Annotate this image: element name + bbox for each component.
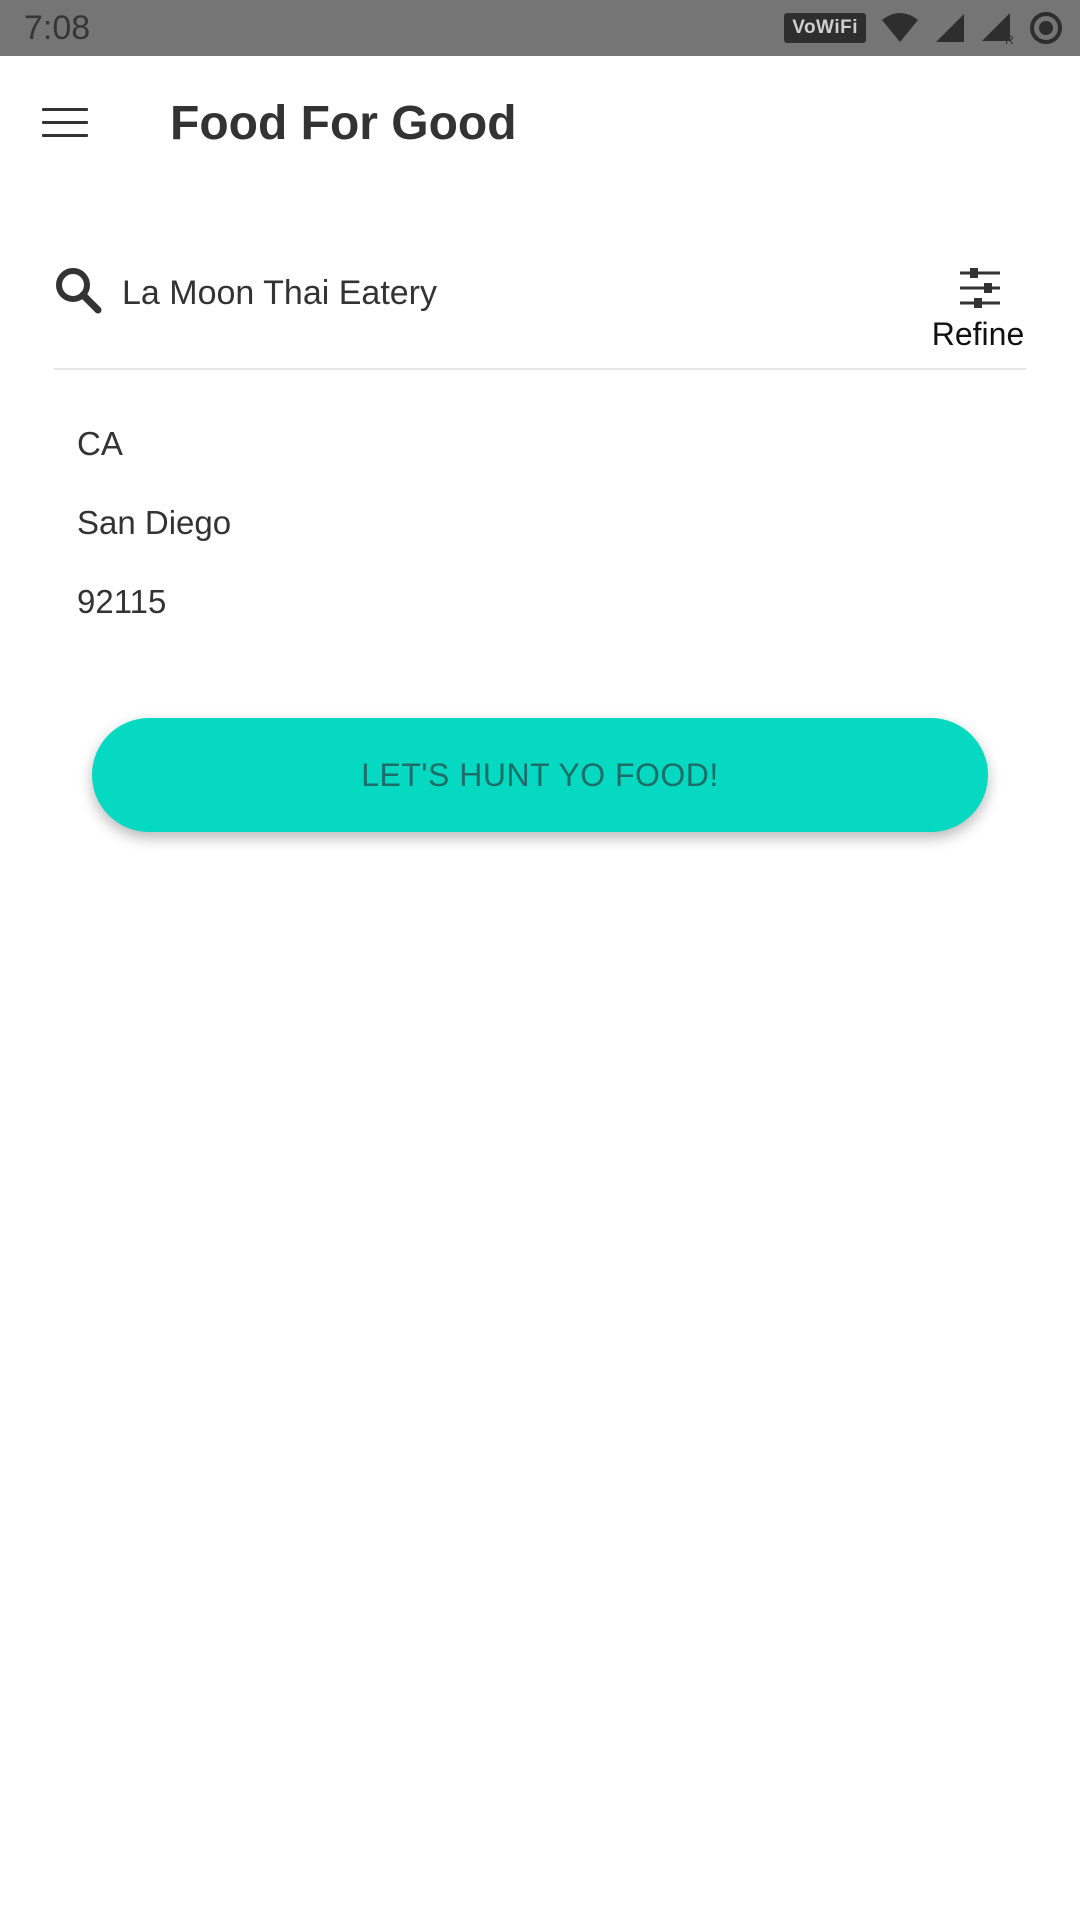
sync-icon [1028, 10, 1064, 46]
status-bar: 7:08 VoWiFi R [0, 0, 1080, 56]
cell-signal-roaming-icon: R [980, 11, 1014, 45]
app-title: Food For Good [170, 97, 517, 150]
vowifi-icon: VoWiFi [784, 13, 866, 43]
location-state[interactable]: CA [77, 420, 231, 499]
refine-label: Refine [931, 316, 1025, 352]
wifi-icon [880, 12, 920, 44]
status-icons: VoWiFi R [784, 10, 1064, 46]
svg-text:R: R [1005, 33, 1014, 45]
search-input[interactable] [122, 268, 882, 318]
location-list: CA San Diego 92115 [77, 420, 231, 657]
status-time: 7:08 [24, 9, 91, 47]
refine-button[interactable]: Refine [930, 268, 1026, 358]
search-bar: Refine [54, 250, 1026, 370]
location-zip[interactable]: 92115 [77, 578, 231, 657]
hunt-food-button[interactable]: LET'S HUNT YO FOOD! [92, 718, 988, 832]
menu-icon[interactable] [42, 108, 88, 138]
app-bar: Food For Good [0, 56, 1080, 192]
search-icon [54, 266, 102, 314]
sliders-icon [958, 268, 1002, 308]
location-city[interactable]: San Diego [77, 499, 231, 578]
cell-signal-icon [934, 12, 966, 44]
